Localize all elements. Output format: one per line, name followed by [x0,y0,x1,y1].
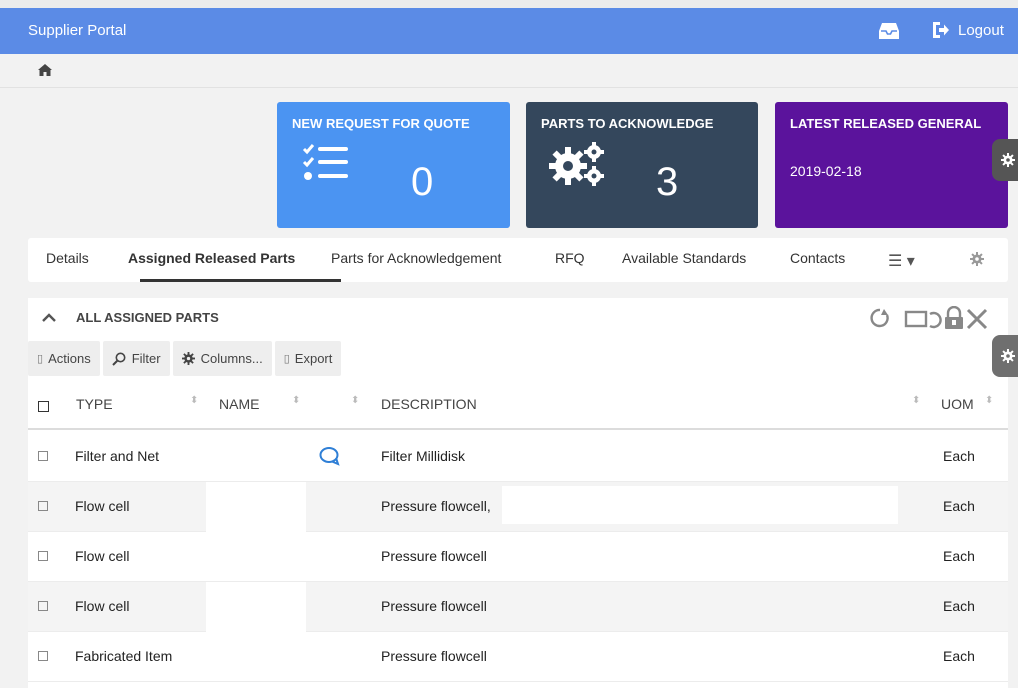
row-checkbox[interactable] [38,651,48,661]
logout-icon [933,22,949,38]
sort-icon[interactable]: ⬍ [351,395,359,406]
columns-button[interactable]: Columns... [172,341,272,376]
cell-description: Filter Millidisk [381,448,465,464]
table-row[interactable]: Flow cell Pressure flowcell, Each [28,482,1008,532]
close-icon[interactable] [966,308,988,330]
cell-description: Pressure flowcell, [381,498,491,514]
table-row[interactable]: Fabricated Item Pressure flowcell Each [28,632,1008,682]
cell-uom: Each [943,498,975,514]
tile-value: 0 [411,160,434,204]
panel-title: ALL ASSIGNED PARTS [76,310,219,325]
panel-toolbar: ▯ Actions Filter Columns... ▯ Export [28,341,344,376]
table-row[interactable]: Flow cell Pressure flowcell Each [28,532,1008,582]
panel-header: ALL ASSIGNED PARTS [28,298,1008,338]
cell-type: Flow cell [75,498,130,514]
tab-details[interactable]: Details [46,250,89,266]
tile-parts-to-acknowledge[interactable]: PARTS TO ACKNOWLEDGE 3 [526,102,758,228]
cell-description: Pressure flowcell [381,548,487,564]
cell-type: Fabricated Item [75,648,173,664]
gear-icon [181,352,195,365]
breadcrumb [0,54,1018,88]
app-title: Supplier Portal [28,22,127,39]
gear-icon[interactable] [970,252,984,266]
tab-bar: Details Assigned Released Parts Parts fo… [28,238,1008,282]
assigned-parts-panel: ALL ASSIGNED PARTS ▯ Actions Filter Colu… [28,298,1008,688]
tile-title: LATEST RELEASED GENERAL [790,116,982,131]
tile-date: 2019-02-18 [790,163,862,179]
tab-available-standards[interactable]: Available Standards [622,250,746,266]
inbox-icon[interactable] [878,22,900,40]
actions-icon: ▯ [37,353,44,365]
cell-type: Filter and Net [75,448,160,464]
row-checkbox[interactable] [38,551,48,561]
home-icon[interactable] [38,64,52,76]
cell-uom: Each [943,548,975,564]
name-cell-blank [206,482,306,532]
panel-tools [870,306,988,330]
columns-label: Columns... [200,351,263,366]
checklist-icon [302,144,348,180]
table-row[interactable]: Filter and Net Filter Millidisk Each [28,432,1008,482]
row-checkbox[interactable] [38,501,48,511]
filter-label: Filter [131,351,161,366]
export-button[interactable]: ▯ Export [274,341,342,376]
settings-side-tab[interactable] [992,139,1018,181]
filter-button[interactable]: Filter [102,341,170,376]
chevron-up-icon[interactable] [42,313,56,322]
tile-title: NEW REQUEST FOR QUOTE [292,116,470,131]
actions-label: Actions [48,351,91,366]
tab-assigned-released-parts[interactable]: Assigned Released Parts [128,250,295,266]
gears-icon [549,142,604,186]
cell-type: Flow cell [75,548,130,564]
select-all-checkbox[interactable] [38,401,49,412]
column-header-type[interactable]: TYPE [76,396,113,412]
cell-uom: Each [943,648,975,664]
logout-label: Logout [958,21,1004,39]
export-label: Export [294,351,333,366]
actions-button[interactable]: ▯ Actions [28,341,100,376]
top-navbar: Supplier Portal Logout [0,8,1018,54]
cell-uom: Each [943,448,975,464]
cell-description: Pressure flowcell [381,648,487,664]
row-checkbox[interactable] [38,601,48,611]
tile-title: PARTS TO ACKNOWLEDGE [541,116,714,131]
restore-icon[interactable] [904,310,942,329]
name-cell-blank [206,582,306,632]
gear-icon [1001,153,1015,167]
column-header-description[interactable]: DESCRIPTION [381,396,477,412]
sort-icon[interactable]: ⬍ [292,395,300,406]
table-header: TYPE ⬍ NAME ⬍ ⬍ DESCRIPTION ⬍ UOM ⬍ [28,384,1008,430]
sort-icon[interactable]: ⬍ [985,395,993,406]
redacted-block [502,486,898,524]
cell-type: Flow cell [75,598,130,614]
browser-top-strip [0,0,1018,8]
sort-icon[interactable]: ⬍ [190,395,198,406]
row-checkbox[interactable] [38,451,48,461]
settings-side-tab[interactable] [992,335,1018,377]
logout-button[interactable]: Logout [932,21,1004,39]
sort-icon[interactable]: ⬍ [912,395,920,406]
lock-icon[interactable] [945,306,963,329]
column-header-name[interactable]: NAME [219,396,259,412]
tile-latest-released-general[interactable]: LATEST RELEASED GENERAL 2019-02-18 [775,102,1008,228]
tab-parts-for-acknowledgement[interactable]: Parts for Acknowledgement [331,250,501,266]
cell-uom: Each [943,598,975,614]
tab-rfq[interactable]: RFQ [555,250,585,266]
column-header-uom[interactable]: UOM [941,396,974,412]
active-tab-indicator [140,279,341,282]
search-icon [111,352,126,366]
chat-icon[interactable] [319,446,341,466]
hamburger-icon[interactable]: ☰ ▾ [888,251,915,271]
tab-contacts[interactable]: Contacts [790,250,845,266]
export-icon: ▯ [283,353,290,365]
table-row[interactable]: Flow cell Pressure flowcell Each [28,582,1008,632]
gear-icon [1001,349,1015,363]
tile-value: 3 [656,160,679,204]
refresh-icon[interactable] [870,308,889,328]
tile-new-request-for-quote[interactable]: NEW REQUEST FOR QUOTE 0 [277,102,510,228]
cell-description: Pressure flowcell [381,598,487,614]
